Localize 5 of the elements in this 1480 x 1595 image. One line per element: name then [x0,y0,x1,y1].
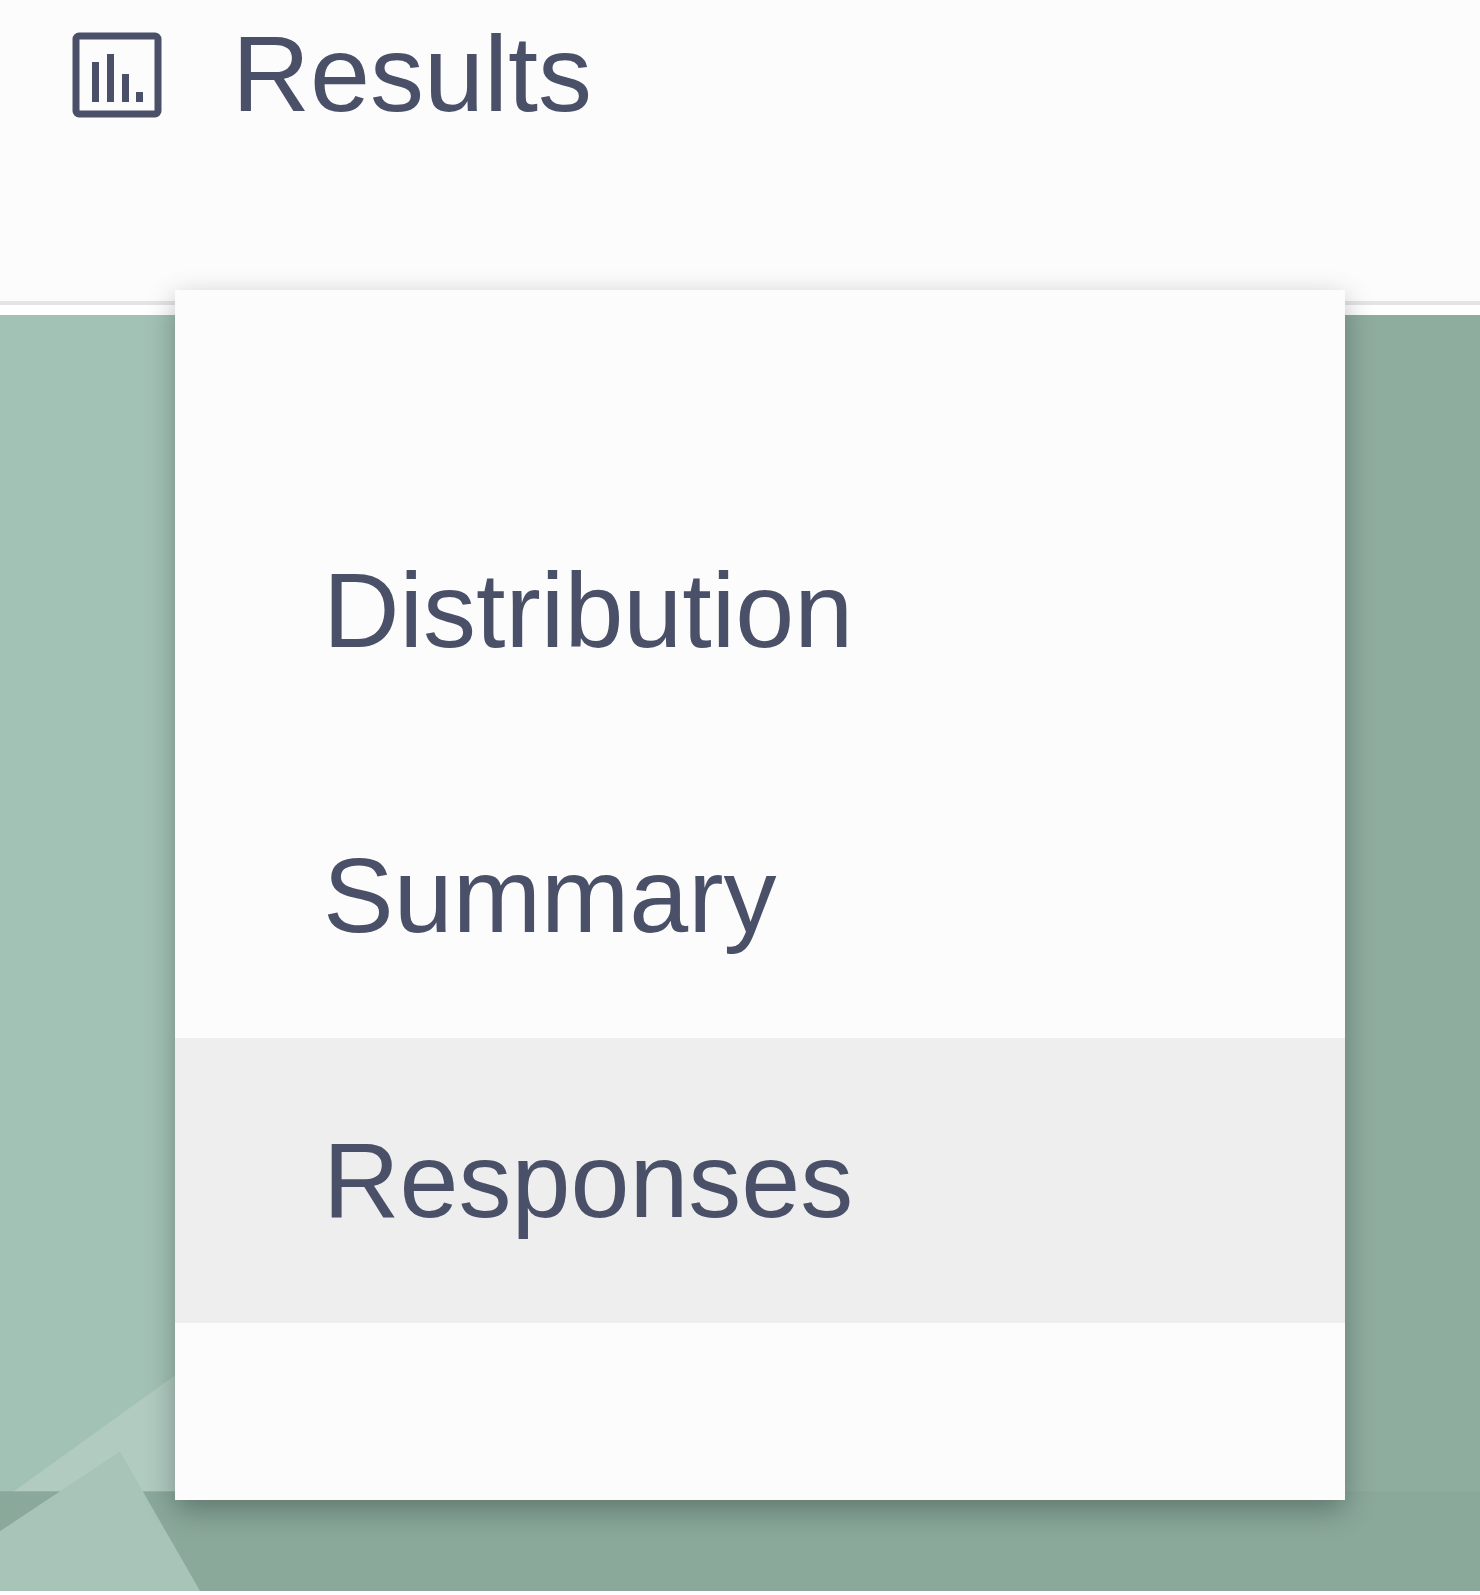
menu-item[interactable]: Responses [175,1038,1345,1323]
menu-item[interactable]: Distribution [175,468,1345,753]
menu-item[interactable]: Summary [175,753,1345,1038]
bar-chart-icon [72,32,162,118]
results-title: Results [232,20,593,128]
